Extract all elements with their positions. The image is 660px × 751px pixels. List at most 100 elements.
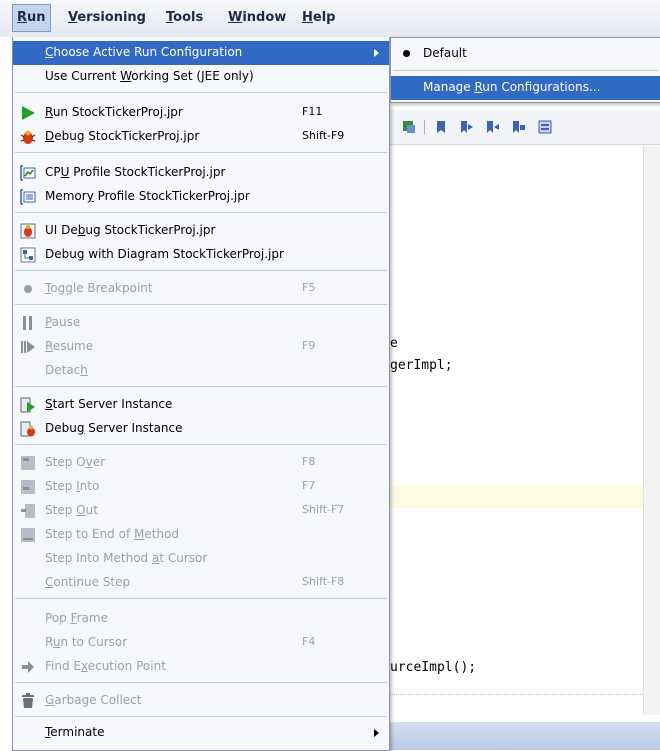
menu-item-label: Choose Active Run Configuration — [45, 45, 243, 59]
menu-item-continue-step[interactable]: Continue Step Shift-F8 — [13, 571, 389, 595]
bookmark-icon[interactable] — [434, 120, 448, 134]
editor-scrollbar[interactable] — [643, 145, 660, 715]
menu-item-run-project[interactable]: Run StockTickerProj.jpr F11 — [13, 101, 389, 125]
cpu-profile-icon — [20, 165, 36, 181]
trash-icon — [22, 693, 34, 708]
menu-item-label: Find Execution Point — [45, 659, 166, 673]
menu-separator — [15, 92, 387, 93]
menu-item-label: Pause — [45, 315, 81, 329]
menu-help[interactable]: Help — [302, 10, 335, 25]
submenu-arrow-icon — [374, 49, 379, 57]
menu-item-memory-profile[interactable]: Memory Profile StockTickerProj.jpr — [13, 185, 389, 209]
step-into-icon — [21, 480, 35, 494]
menu-separator — [15, 212, 387, 213]
radio-bullet-icon — [403, 50, 410, 57]
code-fragment: e — [390, 336, 398, 351]
submenu-item-label: Manage Run Configurations... — [423, 80, 601, 94]
editor-toolbar — [390, 110, 660, 145]
menu-item-find-execution-point[interactable]: Find Execution Point — [13, 655, 389, 679]
menu-item-terminate[interactable]: Terminate — [13, 721, 389, 745]
menu-item-label: Memory Profile StockTickerProj.jpr — [45, 189, 250, 203]
menu-item-run-to-cursor[interactable]: Run to Cursor F4 — [13, 631, 389, 655]
menu-item-debug-server-instance[interactable]: Debug Server Instance — [13, 417, 389, 441]
menu-item-detach[interactable]: Detach — [13, 359, 389, 383]
menu-item-label: Detach — [45, 363, 88, 377]
menu-window[interactable]: Window — [228, 10, 286, 25]
menu-item-label: Use Current Working Set (JEE only) — [45, 69, 254, 83]
menu-item-label: Pop Frame — [45, 611, 108, 625]
step-to-end-icon — [21, 528, 35, 542]
menu-item-pop-frame[interactable]: Pop Frame — [13, 607, 389, 631]
start-server-icon — [20, 397, 35, 413]
menu-item-label: Step to End of Method — [45, 527, 180, 541]
menu-item-cpu-profile[interactable]: CPU Profile StockTickerProj.jpr — [13, 161, 389, 185]
menu-versioning[interactable]: Versioning — [68, 10, 146, 25]
shortcut-label: F5 — [302, 281, 316, 294]
diagram-icon — [20, 247, 36, 263]
menu-item-start-server-instance[interactable]: Start Server Instance — [13, 393, 389, 417]
menu-item-label: Step Into — [45, 479, 100, 493]
menu-item-label: Debug with Diagram StockTickerProj.jpr — [45, 247, 284, 261]
menu-item-debug-with-diagram[interactable]: Debug with Diagram StockTickerProj.jpr — [13, 243, 389, 267]
menu-separator — [15, 304, 387, 305]
menubar: Run Versioning Tools Window Help — [0, 0, 660, 38]
menu-item-label: Step Over — [45, 455, 106, 469]
menu-separator — [15, 444, 387, 445]
menu-item-step-out[interactable]: Step Out Shift-F7 — [13, 499, 389, 523]
menu-item-label: Continue Step — [45, 575, 131, 589]
menu-item-ui-debug[interactable]: UI Debug StockTickerProj.jpr — [13, 219, 389, 243]
menu-item-use-current-working-set[interactable]: Use Current Working Set (JEE only) — [13, 65, 389, 89]
submenu-item-manage-run-configurations[interactable]: Manage Run Configurations... — [391, 76, 660, 100]
toolbar-debug-icon[interactable] — [402, 120, 416, 134]
breakpoint-icon — [24, 285, 32, 293]
menu-item-step-into[interactable]: Step Into F7 — [13, 475, 389, 499]
menu-item-label: Garbage Collect — [45, 693, 142, 707]
table-icon[interactable] — [538, 120, 552, 134]
submenu-item-default[interactable]: Default — [391, 42, 660, 66]
menu-item-label: Resume — [45, 339, 94, 353]
run-configuration-submenu: Default Manage Run Configurations... — [390, 37, 660, 103]
toolbar-separator — [424, 120, 425, 134]
menu-item-resume[interactable]: Resume F9 — [13, 335, 389, 359]
menu-item-label: Toggle Breakpoint — [45, 281, 153, 295]
menu-item-label: UI Debug StockTickerProj.jpr — [45, 223, 216, 237]
debug-server-icon — [20, 421, 35, 437]
menu-run[interactable]: Run — [12, 4, 51, 32]
menu-tools[interactable]: Tools — [166, 10, 203, 25]
current-line-highlight — [390, 486, 643, 508]
menu-item-label: Start Server Instance — [45, 397, 173, 411]
prev-bookmark-icon[interactable] — [486, 120, 500, 134]
execution-point-icon — [22, 661, 34, 673]
menu-separator — [15, 270, 387, 271]
menu-item-label: Run StockTickerProj.jpr — [45, 105, 183, 119]
shortcut-label: Shift-F8 — [302, 575, 345, 588]
submenu-item-label: Default — [423, 46, 467, 60]
menu-item-step-to-end-of-method[interactable]: Step to End of Method — [13, 523, 389, 547]
next-bookmark-icon[interactable] — [460, 120, 474, 134]
run-icon — [22, 106, 35, 120]
menu-item-garbage-collect[interactable]: Garbage Collect — [13, 689, 389, 713]
clear-bookmarks-icon[interactable] — [512, 120, 526, 134]
menu-item-toggle-breakpoint[interactable]: Toggle Breakpoint F5 — [13, 277, 389, 301]
bug-icon — [20, 130, 36, 144]
shortcut-label: Shift-F7 — [302, 503, 345, 516]
menu-item-step-over[interactable]: Step Over F8 — [13, 451, 389, 475]
menu-item-debug-project[interactable]: Debug StockTickerProj.jpr Shift-F9 — [13, 125, 389, 149]
resume-icon — [21, 341, 35, 353]
menu-item-step-into-method-at-cursor[interactable]: Step Into Method at Cursor — [13, 547, 389, 571]
menu-separator — [393, 70, 659, 71]
shortcut-label: F8 — [302, 455, 316, 468]
menu-item-choose-active-run-configuration[interactable]: Choose Active Run Configuration — [13, 41, 389, 65]
menu-item-label: CPU Profile StockTickerProj.jpr — [45, 165, 226, 179]
menu-item-pause[interactable]: Pause — [13, 311, 389, 335]
shortcut-label: F4 — [302, 635, 316, 648]
shortcut-label: F11 — [302, 105, 323, 118]
ui-debug-icon — [20, 223, 36, 239]
step-out-icon — [21, 504, 35, 518]
run-menu: Choose Active Run Configuration Use Curr… — [12, 37, 390, 751]
code-fragment: urceImpl(); — [390, 660, 477, 675]
code-divider — [390, 694, 643, 695]
menu-separator — [15, 386, 387, 387]
menu-item-label: Step Into Method at Cursor — [45, 551, 208, 565]
shortcut-label: F7 — [302, 479, 316, 492]
